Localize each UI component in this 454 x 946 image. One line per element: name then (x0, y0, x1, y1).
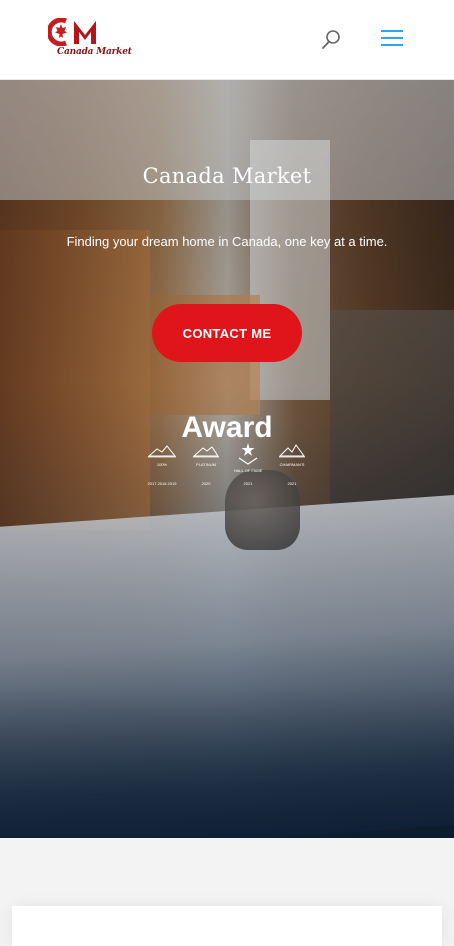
badge-years: 2021 (243, 481, 253, 486)
100-percent-club-award-icon: 100% 2017 2018 2019 (144, 442, 180, 490)
badge-years: 2017 2018 2019 (147, 481, 177, 486)
badge-years: 2020 (201, 481, 211, 486)
badge-years: 2021 (287, 481, 297, 486)
contact-me-button[interactable]: CONTACT ME (152, 304, 302, 362)
hero-title: Canada Market (142, 164, 312, 188)
search-button[interactable] (319, 28, 343, 52)
chairmans-award-icon: CHAIRMAN'S 2021 (274, 442, 310, 490)
hero-section: Canada Market Finding your dream home in… (0, 80, 454, 838)
hamburger-menu-button[interactable] (380, 30, 404, 50)
logo-wordmark: Canada Market (57, 47, 132, 57)
badge-label: 100% (156, 462, 168, 467)
canada-market-logo-icon (48, 18, 96, 46)
content-card (12, 906, 442, 946)
platinum-award-icon: PLATINUM 2020 (188, 442, 224, 490)
badge-label: HALL OF FAME (233, 468, 263, 473)
search-icon (322, 30, 340, 49)
site-header: Canada Market (0, 0, 454, 80)
award-heading: Award (181, 411, 273, 444)
award-badges: 100% 2017 2018 2019 PLATINUM 2020 HALL O… (144, 442, 314, 490)
hamburger-menu-icon (381, 30, 403, 32)
site-logo[interactable]: Canada Market (48, 18, 132, 62)
badge-label: PLATINUM (196, 462, 216, 467)
badge-label: CHAIRMAN'S (279, 462, 305, 467)
hall-of-fame-award-icon: HALL OF FAME 2021 (230, 442, 266, 490)
hero-subtitle: Finding your dream home in Canada, one k… (66, 234, 388, 249)
